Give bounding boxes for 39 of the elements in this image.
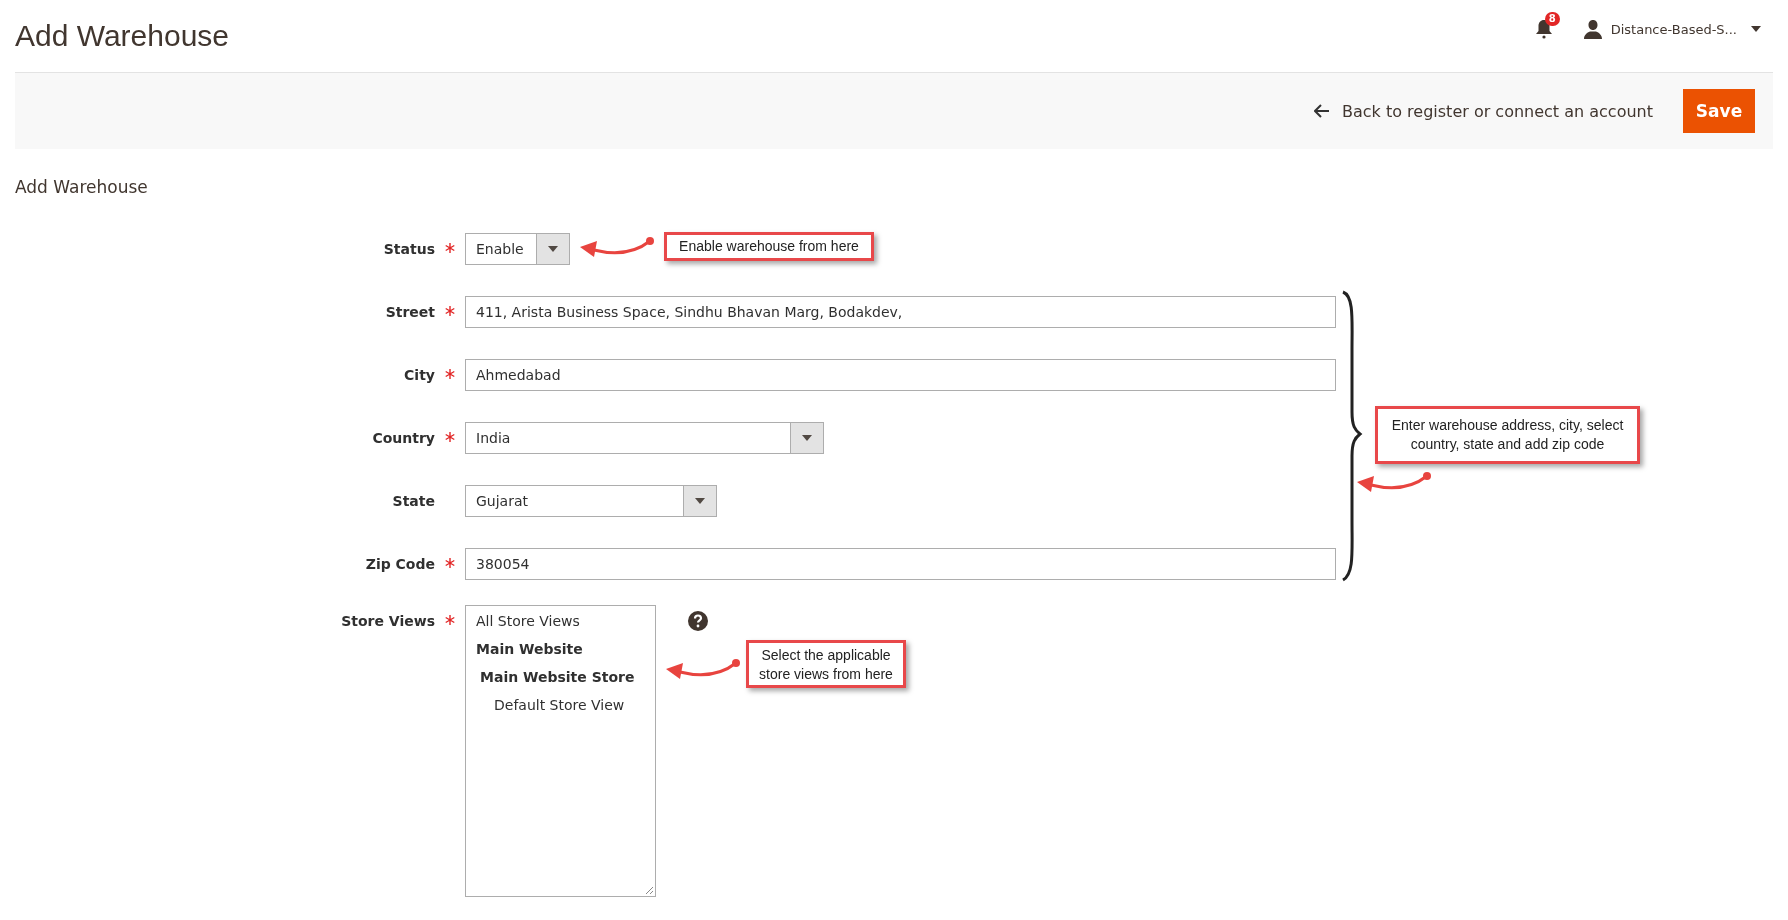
callout: Select the applicable store views from here xyxy=(746,640,906,688)
input-field[interactable]: 411, Arista Business Space, Sindhu Bhavan Marg, Bodakdev, xyxy=(465,296,1336,328)
field-label: State xyxy=(391,492,435,511)
dropdown-toggle[interactable] xyxy=(790,423,823,453)
caret-icon xyxy=(548,246,558,252)
user-menu[interactable]: Distance-Based-S... xyxy=(1582,19,1761,39)
field-label: Zip Code xyxy=(364,555,435,574)
field-label: City xyxy=(403,366,435,385)
user-name: Distance-Based-S... xyxy=(1610,21,1737,37)
caret-icon xyxy=(695,498,705,504)
field-label: Country xyxy=(371,429,435,448)
section-title: Add Warehouse xyxy=(15,177,149,197)
dropdown-toggle[interactable] xyxy=(536,234,569,264)
field-label: Store Views xyxy=(340,612,435,631)
notification-count: 8 xyxy=(1544,12,1560,26)
select-field[interactable]: Enable xyxy=(465,233,570,265)
help-icon[interactable] xyxy=(688,611,708,631)
callout: Enable warehouse from here xyxy=(664,232,874,261)
input-field[interactable]: 380054 xyxy=(465,548,1336,580)
back-link[interactable]: Back to register or connect an account xyxy=(1314,101,1653,121)
arrow-left-icon xyxy=(1314,104,1331,118)
input-field[interactable]: Ahmedabad xyxy=(465,359,1336,391)
list-option[interactable]: All Store Views xyxy=(466,610,655,632)
save-button[interactable]: Save xyxy=(1683,89,1755,133)
dropdown-toggle[interactable] xyxy=(683,486,716,516)
list-option[interactable]: Main Website xyxy=(466,638,655,660)
caret-icon xyxy=(802,435,812,441)
user-icon xyxy=(1582,19,1603,39)
field-label: Status xyxy=(382,240,435,259)
field-label: Street xyxy=(384,303,435,322)
list-option[interactable]: Default Store View xyxy=(466,694,655,716)
resize-grip-icon[interactable] xyxy=(644,885,654,895)
select-field[interactable]: India xyxy=(465,422,824,454)
list-option[interactable]: Main Website Store xyxy=(466,666,655,688)
callout: Enter warehouse address, city, select country, state and add zip code xyxy=(1375,406,1640,464)
select-field[interactable]: Gujarat xyxy=(465,485,717,517)
caret-icon xyxy=(1751,26,1761,32)
store-views-list[interactable]: All Store Views Main Website Main Website Store Default Store View xyxy=(465,605,656,897)
page-title: Add Warehouse xyxy=(15,19,229,53)
